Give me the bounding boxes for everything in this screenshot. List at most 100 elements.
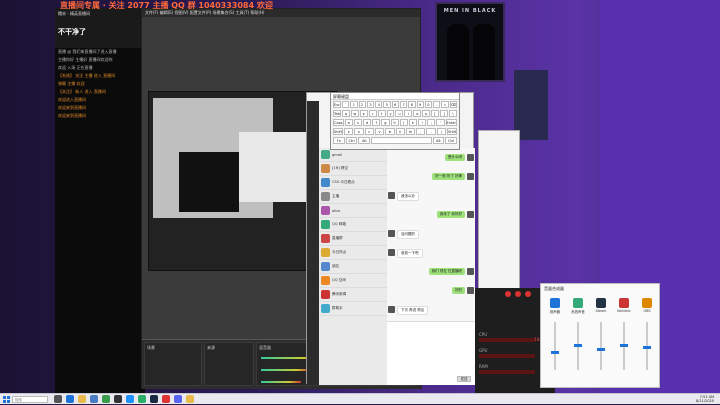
volume-slider-thumb[interactable] xyxy=(643,346,651,349)
steam-icon[interactable] xyxy=(150,395,158,403)
keyboard-key[interactable]: Enter xyxy=(445,119,457,126)
keyboard-key[interactable]: , xyxy=(416,128,426,135)
keyboard-key[interactable]: y xyxy=(386,110,395,117)
keyboard-key[interactable]: x xyxy=(354,128,364,135)
keyboard-key[interactable]: 5 xyxy=(383,101,391,108)
hw-button[interactable] xyxy=(505,291,511,297)
keyboard-key[interactable]: u xyxy=(395,110,404,117)
start-button[interactable] xyxy=(0,394,12,405)
keyboard-key[interactable]: m xyxy=(405,128,416,135)
contact-item[interactable]: 群助手 xyxy=(319,302,387,316)
keyboard-key[interactable]: o xyxy=(413,110,422,117)
keyboard-key[interactable]: [ xyxy=(431,110,440,117)
contact-item[interactable]: 今日热点 xyxy=(319,246,387,260)
volume-slider-track[interactable] xyxy=(554,322,556,370)
contact-item[interactable]: [1ft] 晴空 xyxy=(319,162,387,176)
music-icon[interactable] xyxy=(162,395,170,403)
volume-slider-thumb[interactable] xyxy=(597,348,605,352)
keyboard-key[interactable]: s xyxy=(353,119,362,126)
contact-item[interactable]: 直播群 xyxy=(319,232,387,246)
background-window[interactable] xyxy=(478,130,520,290)
qq-contact-list[interactable]: gmail [1ft] 晴空 CSS-今日看点 主播 alice QQ 邮箱 直播群 今日热点… xyxy=(319,148,387,385)
keyboard-key[interactable]: \ xyxy=(449,110,457,117)
volume-slider-track[interactable] xyxy=(600,322,602,370)
keyboard-key[interactable]: j xyxy=(399,119,408,126)
keyboard-key[interactable]: v xyxy=(374,128,385,135)
taskbar-search[interactable]: 搜索 xyxy=(12,395,48,403)
keyboard-key[interactable]: ] xyxy=(440,110,448,117)
qq-input-box[interactable]: 发送 xyxy=(387,321,475,385)
keyboard-key[interactable]: Shift xyxy=(333,128,343,135)
keyboard-key[interactable]: w xyxy=(350,110,359,117)
edge-icon[interactable] xyxy=(66,395,74,403)
contact-item[interactable]: QQ 邮箱 xyxy=(319,218,387,232)
mixer-channel[interactable]: 系统声音 xyxy=(568,298,588,384)
volume-slider-thumb[interactable] xyxy=(574,343,582,347)
keyboard-key[interactable]: ; xyxy=(427,119,436,126)
keyboard-key[interactable]: t xyxy=(377,110,386,117)
keyboard-key[interactable]: q xyxy=(341,110,350,117)
keyboard-key[interactable]: 4 xyxy=(375,101,383,108)
keyboard-key[interactable]: Ctrl xyxy=(345,137,358,144)
keyboard-key[interactable]: Caps xyxy=(333,119,344,126)
keyboard-key[interactable]: ` xyxy=(341,101,350,108)
keyboard-key[interactable]: 6 xyxy=(391,101,399,108)
keyboard-key[interactable]: - xyxy=(433,101,441,108)
volume-slider-thumb[interactable] xyxy=(551,350,559,354)
mixer-channel[interactable]: OBS xyxy=(637,298,657,384)
contact-item[interactable]: gmail xyxy=(319,148,387,162)
keyboard-key[interactable]: h xyxy=(390,119,399,126)
file-explorer-icon[interactable] xyxy=(78,395,86,403)
keyboard-key[interactable]: 3 xyxy=(366,101,375,108)
keyboard-key[interactable]: k xyxy=(408,119,418,126)
keyboard-key[interactable]: Tab xyxy=(333,110,341,117)
dock-scenes[interactable]: 场景 xyxy=(144,342,202,386)
volume-slider-thumb[interactable] xyxy=(620,343,628,347)
folder-icon[interactable] xyxy=(186,395,194,403)
keyboard-key[interactable]: Alt xyxy=(432,137,445,144)
keyboard-key[interactable]: Shift xyxy=(447,128,458,135)
obs-icon[interactable] xyxy=(114,395,122,403)
dock-sources[interactable]: 来源 xyxy=(204,342,254,386)
send-button[interactable]: 发送 xyxy=(457,376,471,382)
keyboard-key[interactable]: d xyxy=(362,119,372,126)
keyboard-key[interactable]: Fn xyxy=(333,137,345,144)
contact-item[interactable]: alice xyxy=(319,204,387,218)
mixer-channel[interactable]: 扬声器 xyxy=(545,298,565,384)
contact-item[interactable]: 腾讯新闻 xyxy=(319,288,387,302)
keyboard-key[interactable]: 7 xyxy=(399,101,408,108)
task-view-icon[interactable] xyxy=(54,395,62,403)
hw-button[interactable] xyxy=(515,291,521,297)
qq-icon[interactable] xyxy=(126,395,134,403)
contact-item[interactable]: CSS-今日看点 xyxy=(319,176,387,190)
mixer-channel[interactable]: Nahimic xyxy=(614,298,634,384)
keyboard-key[interactable]: Alt xyxy=(358,137,371,144)
keyboard-key[interactable]: Ctrl xyxy=(445,137,458,144)
keyboard-key[interactable]: n xyxy=(395,128,405,135)
keyboard-key[interactable] xyxy=(371,137,432,144)
keyboard-key[interactable]: 2 xyxy=(358,101,366,108)
discord-icon[interactable] xyxy=(174,395,182,403)
keyboard-key[interactable]: 0 xyxy=(424,101,433,108)
keyboard-key[interactable]: l xyxy=(418,119,427,126)
keyboard-key[interactable]: g xyxy=(381,119,390,126)
contact-item[interactable]: 朋友 xyxy=(319,260,387,274)
mixer-channel[interactable]: Steam xyxy=(591,298,611,384)
keyboard-key[interactable]: 8 xyxy=(408,101,416,108)
on-screen-keyboard[interactable]: 屏幕键盘 Esc ` 1 2 3 4 5 6 7 8 9 0- = ⌫ Tab q w e r t y u i o p[] \ Ca… xyxy=(330,92,460,150)
keyboard-key[interactable]: p xyxy=(422,110,431,117)
contact-item[interactable]: 主播 xyxy=(319,190,387,204)
store-icon[interactable] xyxy=(90,395,98,403)
chrome-icon[interactable] xyxy=(102,395,110,403)
keyboard-key[interactable]: i xyxy=(404,110,413,117)
keyboard-key[interactable]: / xyxy=(436,128,447,135)
keyboard-key[interactable]: a xyxy=(344,119,353,126)
system-tray-clock[interactable]: 7:53 AM 8/11/2020 xyxy=(696,395,714,403)
keyboard-key[interactable]: . xyxy=(426,128,436,135)
keyboard-key[interactable]: = xyxy=(441,101,449,108)
wechat-icon[interactable] xyxy=(138,395,146,403)
keyboard-key[interactable]: r xyxy=(368,110,377,117)
contact-item[interactable]: QQ 空间 xyxy=(319,274,387,288)
qq-sidebar[interactable] xyxy=(307,101,319,385)
keyboard-key[interactable]: f xyxy=(372,119,381,126)
